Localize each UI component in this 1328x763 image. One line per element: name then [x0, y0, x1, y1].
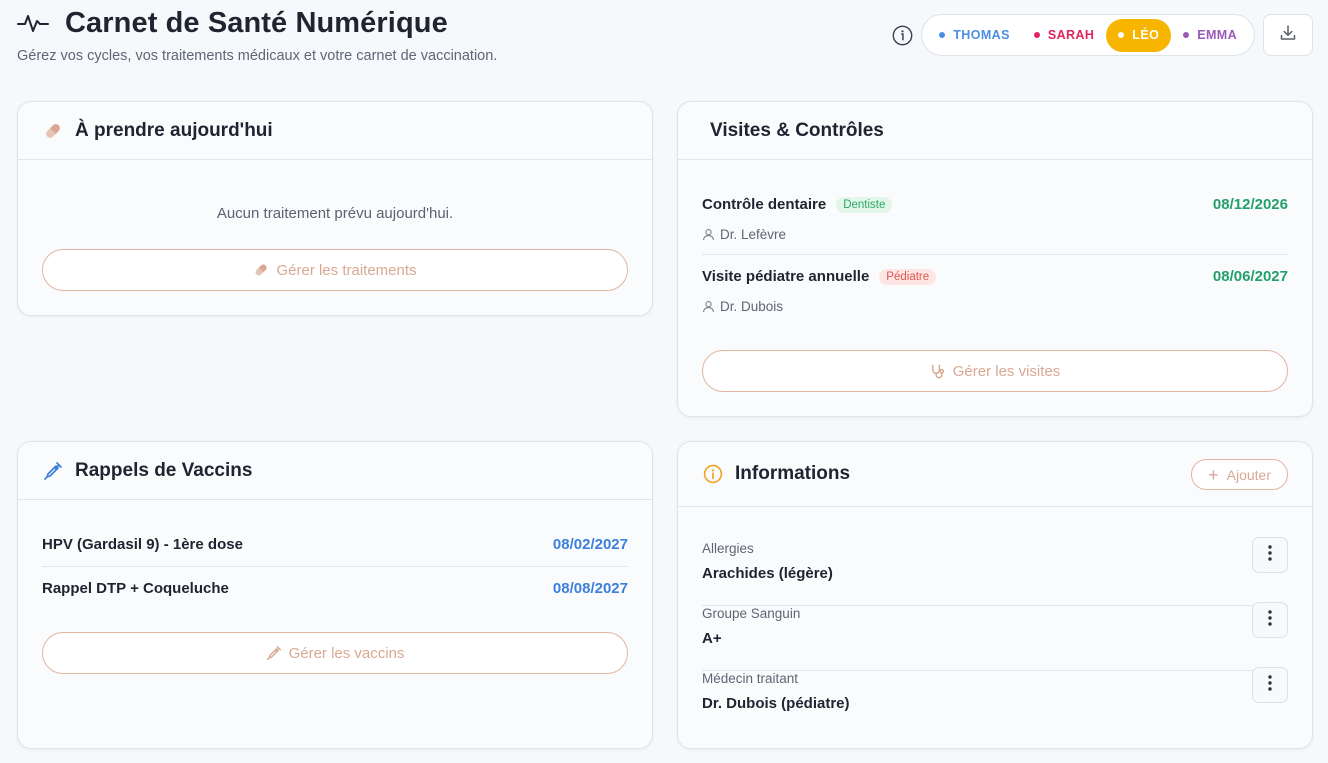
- vaccine-item[interactable]: Rappel DTP + Coqueluche 08/08/2027: [42, 566, 628, 610]
- header-actions: THOMAS SARAH LÉO EMMA: [891, 14, 1313, 56]
- profile-tab-leo[interactable]: LÉO: [1106, 18, 1172, 52]
- page-header: Carnet de Santé Numérique Gérez vos cycl…: [17, 4, 497, 64]
- profile-label: LÉO: [1132, 28, 1160, 42]
- kebab-icon: [1268, 674, 1272, 696]
- profile-dot: [1033, 32, 1040, 38]
- info-card-title: Informations: [735, 463, 851, 484]
- visit-type-badge: Pédiatre: [879, 269, 937, 285]
- visit-name: Contrôle dentaire Dentiste: [702, 196, 893, 213]
- export-button[interactable]: [1263, 14, 1313, 56]
- manage-treatments-label: Gérer les traitements: [276, 261, 417, 279]
- visit-doctor: Dr. Lefèvre: [702, 227, 786, 242]
- visit-date: 08/12/2026: [1212, 196, 1288, 213]
- manage-visits-label: Gérer les visites: [952, 362, 1061, 380]
- vaccines-card-header: Rappels de Vaccins: [18, 442, 652, 500]
- visit-doctor-name: Dr. Dubois: [720, 299, 784, 314]
- vaccine-date: 08/08/2027: [552, 579, 628, 597]
- vaccine-item[interactable]: HPV (Gardasil 9) - 1ère dose 08/02/2027: [42, 523, 628, 567]
- visits-card: Visites & Contrôles Contrôle dentaire Den…: [677, 101, 1313, 417]
- info-card: Informations + Ajouter Allergies Arachid…: [677, 441, 1313, 749]
- vaccine-date: 08/02/2027: [552, 536, 628, 553]
- add-info-label: Ajouter: [1226, 466, 1271, 483]
- person-icon: [702, 228, 715, 241]
- syringe-icon: [266, 645, 282, 661]
- info-item: Groupe Sanguin A+: [702, 602, 1288, 671]
- page-subtitle: Gérez vos cycles, vos traitements médica…: [17, 48, 498, 64]
- more-options-button[interactable]: [1252, 667, 1288, 703]
- visit-date: 08/06/2027: [1212, 268, 1288, 285]
- more-options-button[interactable]: [1252, 537, 1288, 573]
- profile-label: THOMAS: [953, 28, 1010, 42]
- visit-doctor: Dr. Dubois: [702, 299, 783, 314]
- vaccine-name: HPV (Gardasil 9) - 1ère dose: [42, 536, 243, 553]
- profile-tab-thomas[interactable]: THOMAS: [927, 19, 1022, 52]
- more-options-button[interactable]: [1252, 602, 1288, 638]
- today-card-header: À prendre aujourd'hui: [18, 102, 652, 160]
- visit-doctor-name: Dr. Lefèvre: [720, 227, 787, 242]
- profile-label: SARAH: [1047, 28, 1095, 42]
- profile-switcher: THOMAS SARAH LÉO EMMA: [921, 14, 1255, 56]
- empty-state-text: Aucun traitement prévu aujourd'hui.: [216, 205, 454, 222]
- today-card-title: À prendre aujourd'hui: [75, 119, 273, 141]
- visit-name-text: Contrôle dentaire: [702, 196, 827, 213]
- stethoscope-icon: [930, 363, 946, 379]
- info-label: Médecin traitant: [702, 671, 799, 686]
- health-notebook-page: Carnet de Santé Numérique Gérez vos cycl…: [0, 0, 1328, 763]
- vaccines-card-title: Rappels de Vaccins: [75, 459, 253, 481]
- visit-item[interactable]: Contrôle dentaire Dentiste 08/12/2026 Dr.…: [702, 196, 1288, 255]
- profile-dot: [939, 32, 946, 38]
- add-info-button[interactable]: + Ajouter: [1191, 459, 1288, 490]
- visits-card-header: Visites & Contrôles: [678, 102, 1312, 160]
- info-circle-icon: [702, 463, 724, 485]
- plus-icon: +: [1208, 464, 1219, 485]
- info-label: Allergies: [702, 541, 754, 556]
- pill-icon: [253, 262, 269, 278]
- visits-card-title: Visites & Contrôles: [710, 119, 884, 141]
- profile-tab-emma[interactable]: EMMA: [1171, 19, 1249, 52]
- info-value: Arachides (légère): [702, 565, 833, 582]
- profile-tab-sarah[interactable]: SARAH: [1022, 19, 1106, 52]
- info-icon[interactable]: [891, 24, 913, 46]
- syringe-icon: [42, 460, 64, 482]
- manage-visits-button[interactable]: Gérer les visites: [702, 350, 1288, 392]
- profile-label: EMMA: [1197, 28, 1237, 42]
- visit-item[interactable]: Visite pédiatre annuelle Pédiatre 08/06/2…: [702, 268, 1288, 327]
- info-value: A+: [702, 630, 722, 647]
- manage-vaccines-button[interactable]: Gérer les vaccins: [42, 632, 628, 674]
- today-card: À prendre aujourd'hui Aucun traitement p…: [17, 101, 653, 316]
- vaccine-name: Rappel DTP + Coqueluche: [42, 579, 229, 597]
- kebab-icon: [1268, 544, 1272, 566]
- profile-dot: [1118, 32, 1125, 38]
- visit-name: Visite pédiatre annuelle Pédiatre: [702, 268, 937, 285]
- visit-name-text: Visite pédiatre annuelle: [702, 268, 870, 285]
- info-item: Allergies Arachides (légère): [702, 537, 1288, 606]
- manage-vaccines-label: Gérer les vaccins: [288, 644, 405, 662]
- person-icon: [702, 300, 715, 313]
- profile-dot: [1183, 32, 1190, 38]
- info-value: Dr. Dubois (pédiatre): [702, 695, 850, 712]
- kebab-icon: [1268, 609, 1272, 631]
- pulse-icon: [17, 12, 49, 34]
- vaccines-card: Rappels de Vaccins HPV (Gardasil 9) - 1è…: [17, 441, 653, 749]
- pill-icon: [42, 120, 64, 142]
- info-label: Groupe Sanguin: [702, 606, 801, 621]
- manage-treatments-button[interactable]: Gérer les traitements: [42, 249, 628, 291]
- info-item: Médecin traitant Dr. Dubois (pédiatre): [702, 667, 1288, 736]
- visit-type-badge: Dentiste: [836, 197, 893, 213]
- page-title: Carnet de Santé Numérique: [65, 6, 448, 39]
- download-icon: [1279, 24, 1297, 47]
